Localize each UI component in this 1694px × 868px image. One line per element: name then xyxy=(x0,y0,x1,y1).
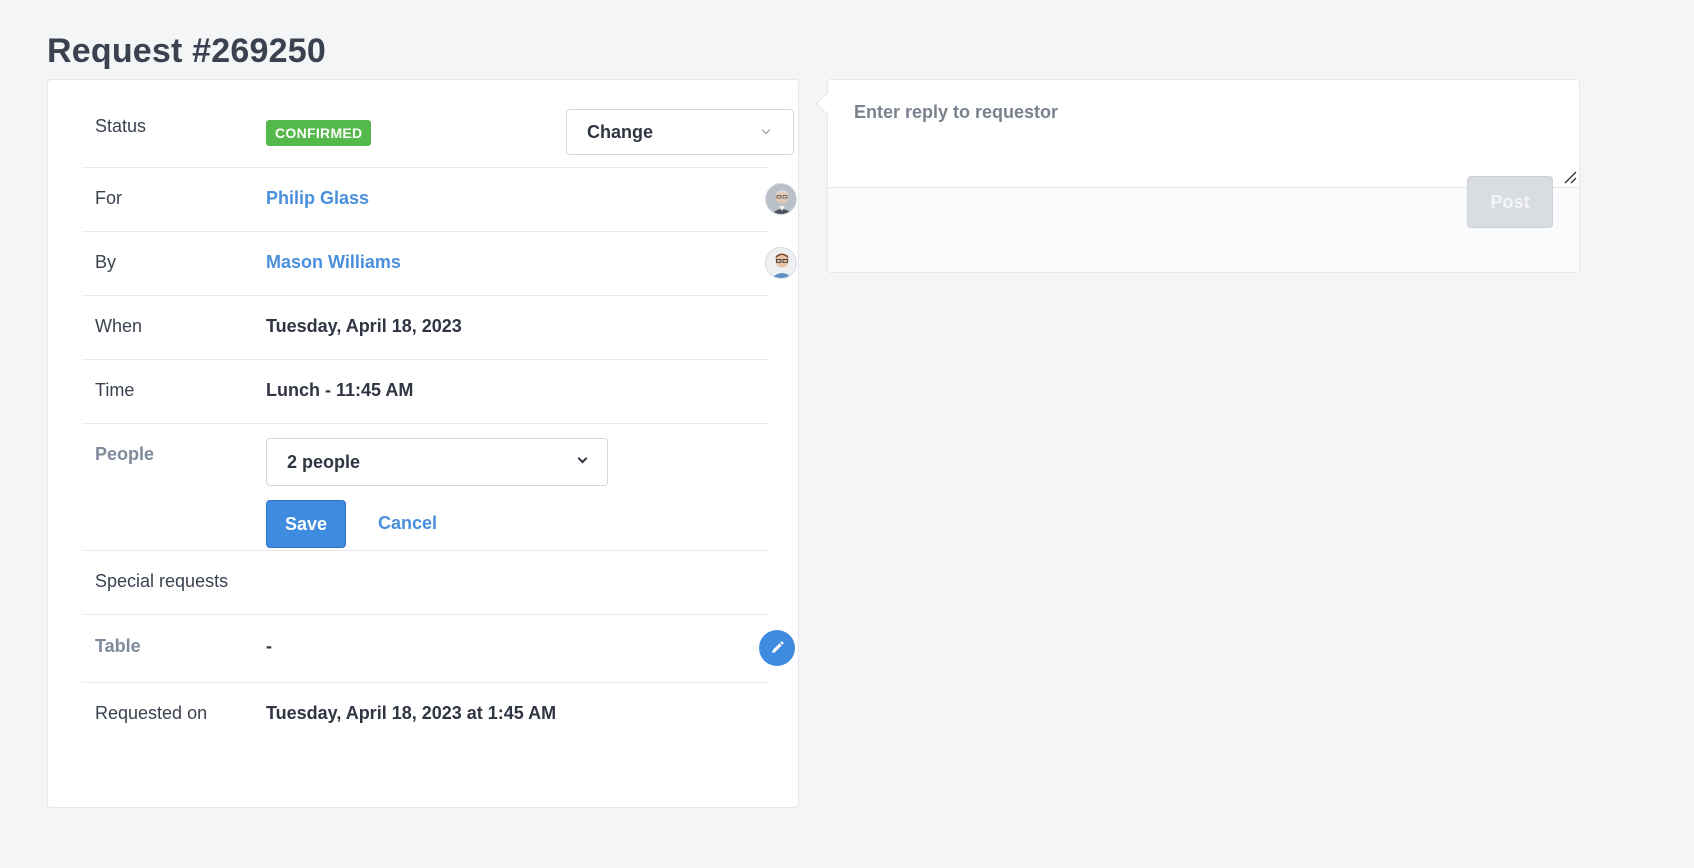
by-person-avatar[interactable] xyxy=(765,247,797,279)
time-label: Time xyxy=(95,380,135,400)
change-select-value: Change xyxy=(587,122,654,142)
for-person-avatar[interactable] xyxy=(765,183,797,215)
chevron-down-icon xyxy=(761,125,771,135)
by-person-link[interactable]: Mason Williams xyxy=(266,252,401,273)
status-badge: CONFIRMED xyxy=(266,120,372,146)
table-row: Table - xyxy=(82,615,795,683)
requested-on-row: Requested on Tuesday, April 18, 2023 at … xyxy=(82,683,768,747)
reply-textarea[interactable] xyxy=(828,80,1579,188)
when-value: Tuesday, April 18, 2023 xyxy=(266,316,462,336)
people-select-value: 2 people xyxy=(287,452,361,472)
person-icon xyxy=(766,184,796,214)
resize-handle-icon[interactable] xyxy=(1563,170,1577,184)
requested-on-label: Requested on xyxy=(95,703,208,723)
time-row: Time Lunch - 11:45 AM xyxy=(82,360,768,424)
pencil-icon xyxy=(772,641,784,653)
post-button[interactable]: Post xyxy=(1467,176,1553,228)
when-row: When Tuesday, April 18, 2023 xyxy=(82,296,768,360)
reply-card: Post xyxy=(827,79,1580,273)
for-label: For xyxy=(95,188,122,208)
chevron-down-icon xyxy=(577,453,588,464)
special-requests-label: Special requests xyxy=(95,571,229,591)
table-value: - xyxy=(266,636,272,656)
for-row: For Philip Glass xyxy=(82,168,797,232)
save-button[interactable]: Save xyxy=(266,500,346,548)
for-person-link[interactable]: Philip Glass xyxy=(266,188,369,209)
details-list: Status CONFIRMED Change For Philip Glass xyxy=(82,80,797,747)
time-value: Lunch - 11:45 AM xyxy=(266,380,414,400)
change-status-select[interactable]: Change xyxy=(566,109,794,155)
edit-table-button[interactable] xyxy=(759,630,795,666)
when-label: When xyxy=(95,316,143,336)
special-requests-row: Special requests xyxy=(82,551,768,615)
page-title: Request #269250 xyxy=(47,32,326,70)
table-label: Table xyxy=(95,636,141,656)
cancel-button[interactable]: Cancel xyxy=(378,513,437,534)
person-icon xyxy=(766,248,796,278)
request-details-card: Status CONFIRMED Change For Philip Glass xyxy=(47,79,799,808)
people-select[interactable]: 2 people xyxy=(266,438,608,486)
people-row: People 2 people Save Cancel xyxy=(82,424,768,551)
by-row: By Mason Williams xyxy=(82,232,797,296)
requested-on-value: Tuesday, April 18, 2023 at 1:45 AM xyxy=(266,703,557,723)
status-row: Status CONFIRMED Change xyxy=(82,80,794,168)
by-label: By xyxy=(95,252,117,272)
people-label: People xyxy=(95,444,155,464)
status-label: Status xyxy=(95,116,147,136)
